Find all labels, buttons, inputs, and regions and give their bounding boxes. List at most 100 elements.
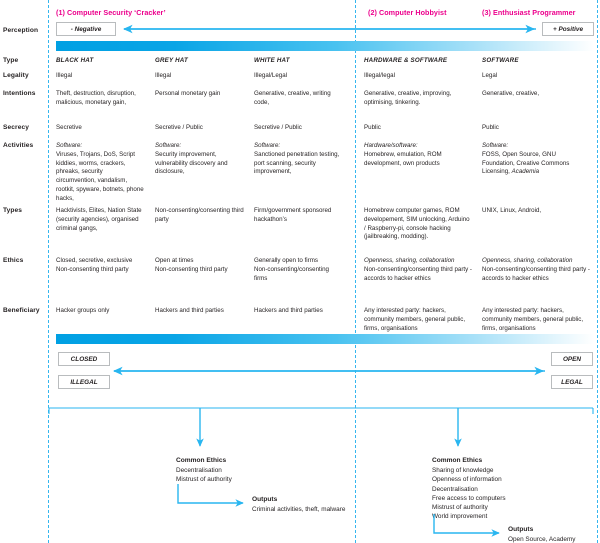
left-common-ethics-title: Common Ethics <box>176 457 227 464</box>
cell-types-4: Homebrew computer games, ROM developemen… <box>364 207 470 241</box>
cell-legality-2: Illegal <box>155 72 172 79</box>
row-label-type: Type <box>3 57 19 64</box>
cell-types-5: UNIX, Linux, Android, <box>482 207 542 214</box>
cell-ethics-5-line2: Non-consenting/consenting third party - … <box>482 265 590 282</box>
row-label-types: Types <box>3 207 23 214</box>
cell-intentions-1: Theft, destruction, disruption, maliciou… <box>56 90 136 106</box>
cell-secrecy-2: Secretive / Public <box>155 124 203 131</box>
left-outputs-connector <box>177 484 244 507</box>
cell-beneficiary-3: Hackers and third parties <box>254 307 323 314</box>
cell-type-hardware-software: HARDWARE & SOFTWARE <box>364 57 448 64</box>
cell-ethics-4: Openness, sharing, collaboration Non-con… <box>364 257 476 283</box>
right-ethics-item-0: Sharing of knowledge <box>432 467 494 474</box>
row-label-secrecy: Secrecy <box>3 124 29 131</box>
cell-activities-5-tail: Academia <box>511 168 540 176</box>
cell-beneficiary-5: Any interested party: hackers, community… <box>482 307 584 332</box>
cell-activities-3: Software: Sanctioned penetration testing… <box>254 142 346 177</box>
cell-legality-1: Illegal <box>56 72 73 79</box>
cell-ethics-3-line2: Non-consenting/consenting firms <box>254 265 329 282</box>
cell-activities-3-body: Sanctioned penetration testing, port sca… <box>254 150 340 176</box>
cell-intentions-5: Generative, creative, <box>482 90 540 97</box>
cell-beneficiary-2: Hackers and third parties <box>155 307 224 314</box>
cell-intentions-2: Personal monetary gain <box>155 90 221 97</box>
right-outputs-text: Open Source, Academy <box>508 536 576 543</box>
cell-ethics-4-line2: Non-consenting/consenting third party - … <box>364 265 472 282</box>
right-ethics-item-2: Decentralisation <box>432 485 478 493</box>
left-ethics-item-1: Mistrust of authority <box>176 476 232 484</box>
perception-positive-pill: + Positive <box>542 22 594 36</box>
cell-activities-1-body: Viruses, Trojans, DoS, Script kiddies, w… <box>56 150 144 202</box>
cell-activities-5: Software: FOSS, Open Source, GNU Foundat… <box>482 142 590 177</box>
cell-activities-4-lead: Hardware/software: <box>364 142 418 149</box>
column-divider-right <box>597 0 598 543</box>
right-ethics-item-3: Free access to computers <box>432 494 506 502</box>
cell-type-black-hat: BLACK HAT <box>56 57 94 64</box>
cell-types-1: Hacktivists, Elites, Nation State (secur… <box>56 207 142 232</box>
right-common-ethics-title: Common Ethics <box>432 457 483 464</box>
right-ethics-item-1: Openness of information <box>432 476 502 484</box>
column-header-programmer: (3) Enthusiast Programmer <box>482 8 576 17</box>
cell-ethics-5-line1: Openness, sharing, collaboration <box>482 257 573 264</box>
cell-activities-1: Software: Viruses, Trojans, DoS, Script … <box>56 142 144 204</box>
right-common-ethics-list: Sharing of knowledge Openness of informa… <box>432 466 562 522</box>
cell-activities-2: Software: Security improvement, vulnerab… <box>155 142 247 177</box>
cell-ethics-3: Generally open to firms Non-consenting/c… <box>254 257 342 283</box>
flow-bracket-connector <box>48 407 594 447</box>
cell-types-2: Non-consenting/consenting third party <box>155 207 244 223</box>
cell-activities-1-lead: Software: <box>56 142 83 149</box>
cell-types-3: Firm/government sponsored hackathon’s <box>254 207 332 223</box>
cell-activities-2-body: Security improvement, vulnerability disc… <box>155 150 228 176</box>
cell-ethics-1: Closed, secretive, exclusive Non-consent… <box>56 257 148 275</box>
cell-activities-3-lead: Software: <box>254 142 281 149</box>
left-outputs-title: Outputs <box>252 496 278 503</box>
row-label-legality: Legality <box>3 72 29 79</box>
row-label-intentions: Intentions <box>3 90 36 97</box>
cell-secrecy-5: Public <box>482 124 499 131</box>
cell-ethics-1-line2: Non-consenting third party <box>56 265 129 273</box>
cell-ethics-3-line1: Generally open to firms <box>254 257 318 264</box>
right-ethics-item-5: World improvement <box>432 513 488 521</box>
cell-ethics-2-line1: Open at times <box>155 257 194 264</box>
axis-legal-pill: LEGAL <box>551 375 593 389</box>
cell-ethics-5: Openness, sharing, collaboration Non-con… <box>482 257 594 283</box>
left-outputs-text: Criminal activities, theft, malware <box>252 506 346 513</box>
cell-legality-4: Illegal/legal <box>364 72 395 79</box>
cell-secrecy-1: Secretive <box>56 124 82 131</box>
cell-intentions-3: Generative, creative, writing code, <box>254 90 331 106</box>
cell-secrecy-4: Public <box>364 124 381 131</box>
axis-illegal-pill: ILLEGAL <box>58 375 110 389</box>
row-label-perception: Perception <box>3 27 39 34</box>
left-common-ethics-list: Decentralisation Mistrust of authority <box>176 466 296 485</box>
column-divider-left <box>48 0 49 543</box>
cell-ethics-4-line1: Openness, sharing, collaboration <box>364 257 455 264</box>
column-header-hobbyist: (2) Computer Hobbyist <box>368 8 447 17</box>
cell-ethics-2-line2: Non-consenting third party <box>155 265 228 273</box>
cell-type-grey-hat: GREY HAT <box>155 57 188 64</box>
cell-intentions-4: Generative, creative, improving, optimis… <box>364 90 452 106</box>
cell-beneficiary-4: Any interested party: hackers, community… <box>364 307 466 332</box>
spectrum-bar-top <box>56 41 594 51</box>
axis-open-pill: OPEN <box>551 352 593 366</box>
cell-beneficiary-1: Hacker groups only <box>56 307 110 314</box>
diagram-canvas: (1) Computer Security ‘Cracker’ (2) Comp… <box>0 0 600 543</box>
cell-ethics-2: Open at times Non-consenting third party <box>155 257 247 275</box>
right-ethics-item-4: Mistrust of authority <box>432 504 488 512</box>
cell-activities-4: Hardware/software: Homebrew, emulation, … <box>364 142 472 168</box>
cell-activities-5-lead: Software: <box>482 142 509 149</box>
column-divider-middle <box>355 0 356 543</box>
perception-negative-pill: - Negative <box>56 22 116 36</box>
cell-activities-4-body: Homebrew, emulation, ROM development, ow… <box>364 150 442 167</box>
cell-ethics-1-line1: Closed, secretive, exclusive <box>56 257 133 264</box>
row-label-activities: Activities <box>3 142 34 149</box>
cell-legality-3: Illegal/Legal <box>254 72 288 79</box>
spectrum-bar-bottom <box>56 334 594 344</box>
cell-activities-2-lead: Software: <box>155 142 182 149</box>
column-header-cracker: (1) Computer Security ‘Cracker’ <box>56 8 166 17</box>
row-label-ethics: Ethics <box>3 257 24 264</box>
right-outputs-title: Outputs <box>508 526 534 533</box>
axis-closed-pill: CLOSED <box>58 352 110 366</box>
cell-secrecy-3: Secretive / Public <box>254 124 302 131</box>
row-label-beneficiary: Beneficiary <box>3 307 40 314</box>
cell-type-white-hat: WHITE HAT <box>254 57 290 64</box>
left-ethics-item-0: Decentralisation <box>176 467 222 474</box>
